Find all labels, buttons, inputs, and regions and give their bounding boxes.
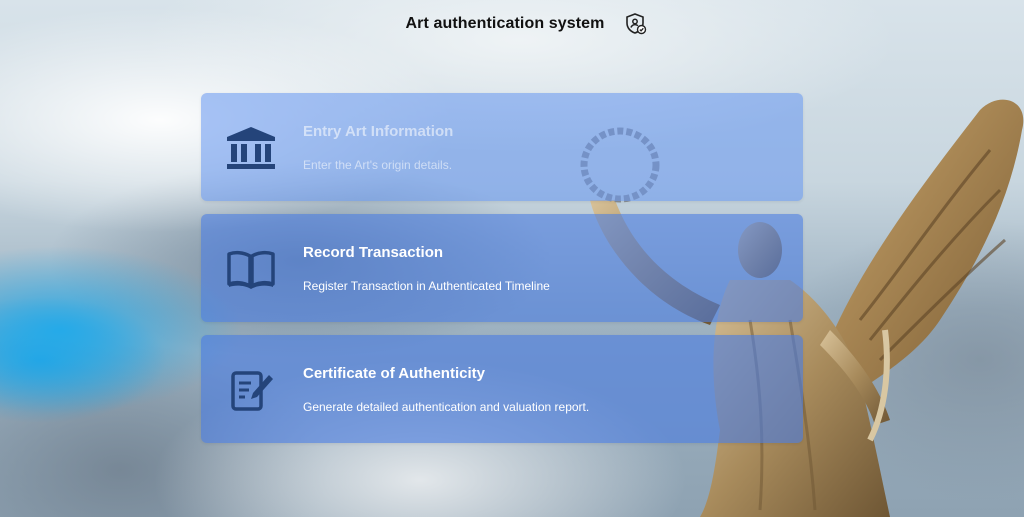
certificate-of-authenticity-card[interactable]: Certificate of Authenticity Generate det… (201, 335, 803, 443)
app-header: Art authentication system (0, 10, 1024, 38)
card-description: Generate detailed authentication and val… (303, 400, 590, 414)
card-description: Enter the Art's origin details. (303, 158, 453, 172)
record-transaction-card[interactable]: Record Transaction Register Transaction … (201, 214, 803, 322)
card-title: Record Transaction (303, 244, 444, 261)
card-title: Entry Art Information (303, 123, 454, 140)
app-title: Art authentication system (405, 15, 605, 32)
entry-art-information-card[interactable]: Entry Art Information Enter the Art's or… (201, 93, 803, 201)
open-book-icon (227, 250, 275, 289)
document-pen-icon (231, 371, 273, 411)
card-description: Register Transaction in Authenticated Ti… (303, 279, 550, 293)
museum-icon (227, 127, 275, 169)
shield-user-check-icon (626, 13, 647, 35)
card-title: Certificate of Authenticity (303, 365, 485, 382)
